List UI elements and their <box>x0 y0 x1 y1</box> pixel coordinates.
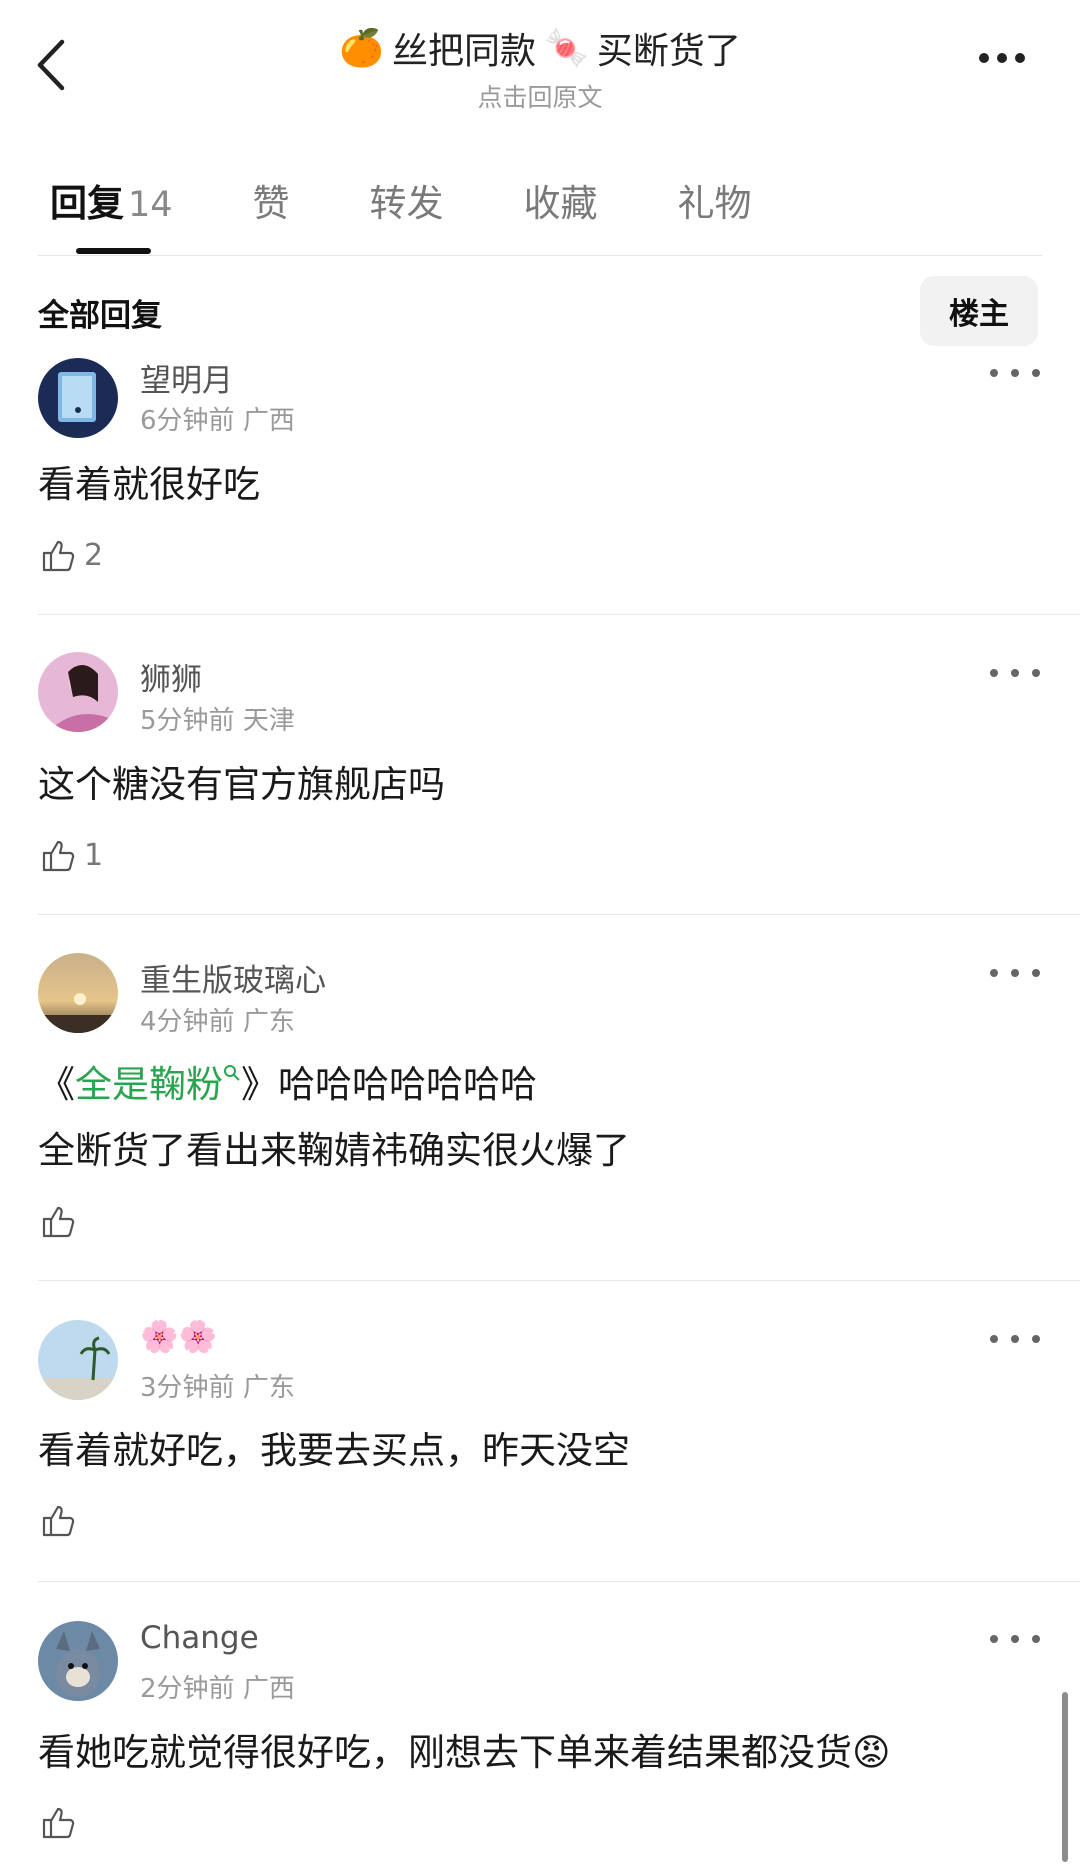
username[interactable]: Change <box>140 1620 259 1656</box>
top-bar: 🍊 丝把同款 🍬 买断货了 点击回原文 <box>0 0 1080 120</box>
thumbs-up-icon <box>42 1206 75 1238</box>
thumbs-up-icon <box>42 1505 75 1537</box>
comment-more-button[interactable] <box>990 1329 1040 1349</box>
like-button[interactable]: 1 <box>38 835 103 875</box>
avatar[interactable] <box>38 1621 118 1701</box>
comment-text: 这个糖没有官方旗舰店吗 <box>38 763 445 806</box>
comment-more-button[interactable] <box>990 1629 1040 1649</box>
tab-replies[interactable]: 回复 14 <box>50 173 173 227</box>
thumbs-up-icon <box>42 540 75 572</box>
comment-time: 3分钟前 <box>140 1373 235 1403</box>
ellipsis-icon <box>979 53 989 63</box>
comment-time: 5分钟前 <box>140 706 235 736</box>
divider <box>38 1280 1080 1281</box>
section-title: 全部回复 <box>38 298 162 334</box>
username[interactable]: 重生版玻璃心 <box>140 955 326 1000</box>
more-button[interactable] <box>975 48 1035 78</box>
like-button[interactable] <box>38 1802 84 1842</box>
divider <box>38 914 1080 915</box>
ellipsis-dot <box>1015 53 1025 63</box>
divider <box>38 614 1080 615</box>
title-area[interactable]: 🍊 丝把同款 🍬 买断货了 点击回原文 <box>0 22 1080 114</box>
comment-text: 《全是鞠粉 》哈哈哈哈哈哈哈 全断货了看出来鞠婧祎确实很火爆了 <box>38 1052 630 1184</box>
like-button[interactable] <box>38 1201 84 1241</box>
tab-gifts[interactable]: 礼物 <box>678 173 752 227</box>
comment-more-button[interactable] <box>990 663 1040 683</box>
avatar[interactable] <box>38 1320 118 1400</box>
post-title: 🍊 丝把同款 🍬 买断货了 <box>339 22 741 74</box>
like-count: 2 <box>84 537 104 573</box>
avatar[interactable] <box>38 358 118 438</box>
comment-line-2: 全断货了看出来鞠婧祎确实很火爆了 <box>38 1129 630 1172</box>
divider <box>38 1581 1080 1582</box>
orange-emoji: 🍊 <box>339 28 384 69</box>
divider <box>38 255 1042 256</box>
topic-link-text: 全是鞠粉 <box>75 1063 223 1106</box>
thumbs-up-icon <box>42 840 75 872</box>
comment-time: 6分钟前 <box>140 406 235 436</box>
avatar[interactable] <box>38 953 118 1033</box>
title-text-1: 丝把同款 <box>391 31 536 72</box>
avatar-image <box>38 652 118 732</box>
username[interactable]: 狮狮 <box>140 654 202 699</box>
text: 》哈哈哈哈哈哈哈 <box>241 1063 537 1106</box>
like-count: 1 <box>84 837 104 873</box>
reply-count: 14 <box>128 185 173 225</box>
search-icon <box>224 1065 240 1081</box>
angry-face-emoji: 😡 <box>852 1731 891 1774</box>
tab-bar: 回复 14 赞 转发 收藏 礼物 <box>50 170 832 230</box>
active-tab-indicator <box>76 248 151 254</box>
comment-meta: 5分钟前 天津 <box>140 700 295 737</box>
tab-likes[interactable]: 赞 <box>253 173 290 227</box>
candy-emoji: 🍬 <box>544 28 589 69</box>
tab-reposts[interactable]: 转发 <box>370 173 444 227</box>
title-text-2: 买断货了 <box>596 31 741 72</box>
like-button[interactable]: 2 <box>38 535 103 575</box>
comment-meta: 3分钟前 广东 <box>140 1367 295 1404</box>
comment-location: 广西 <box>242 406 295 436</box>
comment-more-button[interactable] <box>990 963 1040 983</box>
comment-location: 天津 <box>242 706 295 736</box>
comment-meta: 6分钟前 广西 <box>140 400 295 437</box>
comment-location: 广东 <box>242 1007 295 1037</box>
tab-favorites[interactable]: 收藏 <box>524 173 598 227</box>
comment-text: 看她吃就觉得很好吃，刚想去下单来着结果都没货😡 <box>38 1720 891 1786</box>
comment-meta: 4分钟前 广东 <box>140 1001 295 1038</box>
text: 《 <box>38 1063 75 1106</box>
ellipsis-dot <box>997 53 1007 63</box>
comment-location: 广西 <box>242 1674 295 1704</box>
comment-line-1: 《全是鞠粉 》哈哈哈哈哈哈哈 <box>38 1052 630 1118</box>
comment-text: 看着就很好吃 <box>38 463 260 506</box>
tab-label: 回复 <box>50 182 124 225</box>
avatar-image <box>38 1621 118 1701</box>
scrollbar[interactable] <box>1062 1692 1068 1862</box>
topic-link[interactable]: 全是鞠粉 <box>75 1063 241 1106</box>
like-button[interactable] <box>38 1500 84 1540</box>
comment-time: 2分钟前 <box>140 1674 235 1704</box>
comment-text: 看着就好吃，我要去买点，昨天没空 <box>38 1429 630 1472</box>
avatar-image <box>38 1320 118 1400</box>
username[interactable]: 望明月 <box>140 355 233 400</box>
comment-location: 广东 <box>242 1373 295 1403</box>
comment-text-body: 看她吃就觉得很好吃，刚想去下单来着结果都没货 <box>38 1731 852 1774</box>
comment-more-button[interactable] <box>990 363 1040 383</box>
comment-time: 4分钟前 <box>140 1007 235 1037</box>
avatar-image <box>38 953 118 1033</box>
avatar-image <box>38 358 118 438</box>
avatar[interactable] <box>38 652 118 732</box>
username[interactable]: 🌸🌸 <box>140 1318 217 1355</box>
back-to-original-link[interactable]: 点击回原文 <box>0 78 1080 114</box>
comment-meta: 2分钟前 广西 <box>140 1668 295 1705</box>
op-filter-button[interactable]: 楼主 <box>920 276 1038 346</box>
thumbs-up-icon <box>42 1807 75 1839</box>
